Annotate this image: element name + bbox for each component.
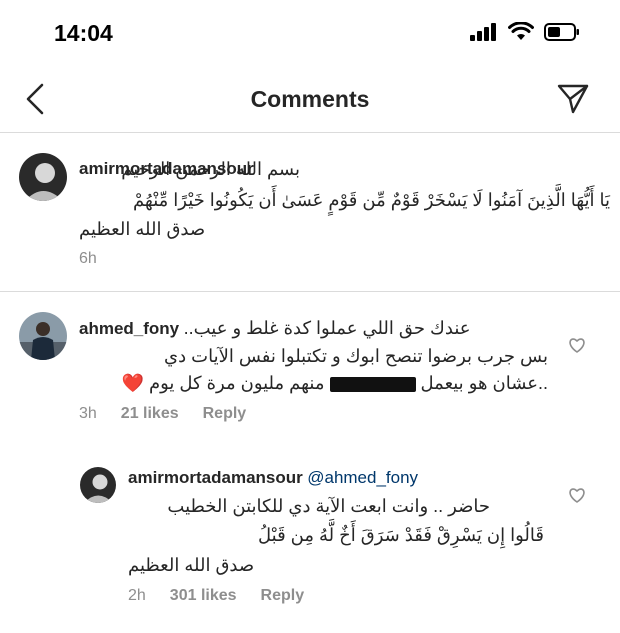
comment-line: ..عشان هو بيعمل منهم مليون مرة كل يوم ❤️	[122, 373, 549, 394]
comment-likes[interactable]: 21 likes	[121, 405, 179, 423]
comment-text: منهم مليون مرة كل يوم	[148, 373, 325, 393]
reply-mention[interactable]: @ahmed_fony	[307, 468, 418, 487]
comment: ahmed_fony عندك حق اللي عملوا كدة غلط و …	[0, 292, 620, 442]
battery-icon	[544, 22, 579, 41]
caption-line: يَا أَيُّهَا الَّذِينَ آمَنُوا لَا يَسْخ…	[132, 190, 610, 210]
comment-line: ahmed_fony عندك حق اللي عملوا كدة غلط و …	[79, 318, 539, 339]
reply-line: حاضر .. وانت ابعت الآية دي للكابتن الخطي…	[167, 496, 490, 516]
comment-username[interactable]: ahmed_fony	[79, 319, 179, 338]
caption-line: بسم الله الرحمن الرحيم	[121, 159, 300, 179]
redaction-bar	[329, 376, 416, 392]
reply-time: 2h	[128, 587, 146, 604]
page-title: Comments	[250, 86, 370, 112]
avatar[interactable]	[19, 312, 67, 360]
reply-meta: 2h 301 likes Reply	[128, 587, 304, 605]
status-time: 14:04	[54, 20, 113, 46]
post-caption: amirmortadamansour بسم الله الرحمن الرحي…	[0, 133, 620, 292]
reply-line: صدق الله العظيم	[128, 555, 255, 575]
caption-meta: 6h	[79, 250, 97, 268]
comment-line: بس جرب برضوا تنصح ابوك و تكتبلوا نفس الآ…	[164, 346, 548, 366]
caption-line: صدق الله العظيم	[79, 219, 206, 239]
avatar-image	[19, 153, 67, 201]
paper-plane-icon[interactable]	[556, 82, 590, 116]
avatar[interactable]	[19, 153, 67, 201]
comment-time: 3h	[79, 405, 97, 422]
reply-reply-button[interactable]: Reply	[261, 587, 305, 605]
heart-icon[interactable]	[568, 336, 586, 354]
reply-likes[interactable]: 301 likes	[170, 587, 237, 605]
reply-username[interactable]: amirmortadamansour	[128, 468, 303, 487]
status-icons	[470, 22, 580, 41]
avatar-image	[80, 467, 116, 503]
avatar-image	[19, 312, 67, 360]
nav-bar: Comments	[0, 70, 620, 133]
comment-text: عندك حق اللي عملوا كدة غلط و عيب..	[183, 318, 471, 338]
heart-icon[interactable]	[568, 486, 586, 504]
status-bar: 14:04	[0, 0, 620, 70]
cellular-signal-icon	[470, 22, 496, 41]
reply-line: قَالُوا إِن يَسْرِقْ فَقَدْ سَرَقَ أَخٌ …	[258, 525, 544, 545]
comment-meta: 3h 21 likes Reply	[79, 405, 246, 423]
comment-reply: amirmortadamansour @ahmed_fony حاضر .. و…	[0, 450, 620, 630]
comment-reply-button[interactable]: Reply	[203, 405, 247, 423]
avatar[interactable]	[80, 467, 116, 503]
caption-time: 6h	[79, 250, 97, 267]
heart-emoji: ❤️	[121, 373, 144, 393]
comment-text: ..عشان هو بيعمل	[420, 373, 548, 393]
reply-header: amirmortadamansour @ahmed_fony	[128, 468, 418, 488]
wifi-icon	[508, 22, 534, 40]
